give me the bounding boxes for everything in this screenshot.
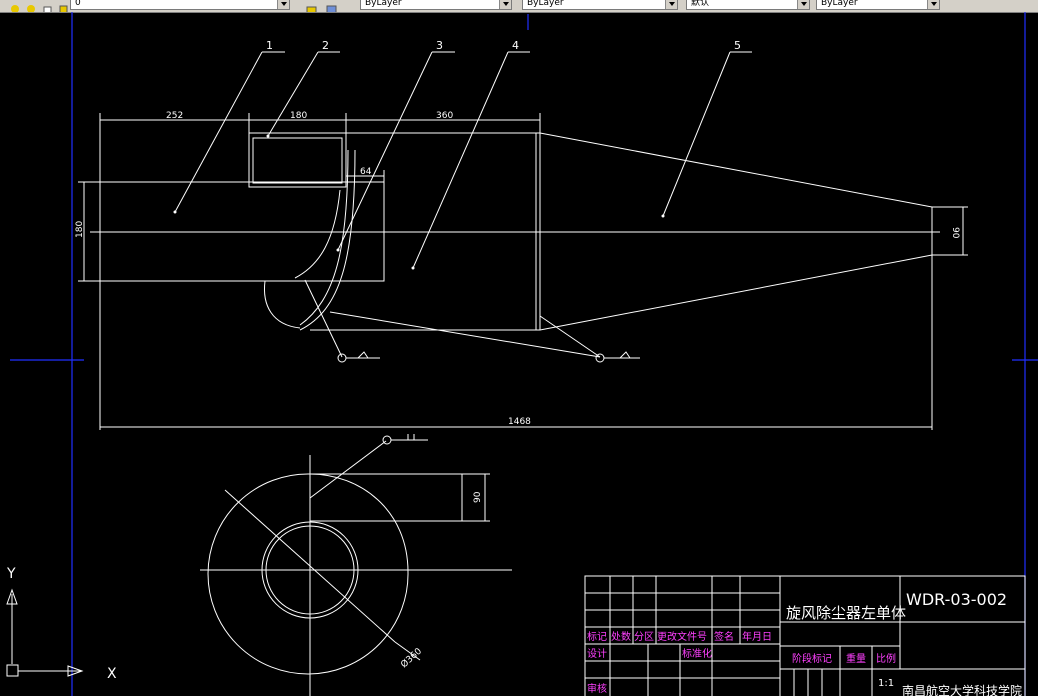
- callout-4: 4: [512, 39, 519, 52]
- drawing-canvas[interactable]: 1 2 3 4 5 252 180 360 64 180 90 1468 90 …: [0, 12, 1038, 696]
- weight-label: 重量: [846, 652, 866, 665]
- dim-diameter: Ø360: [399, 646, 425, 671]
- stage-mark-label: 阶段标记: [792, 652, 832, 665]
- header-signature: 签名: [714, 630, 734, 643]
- make-current-icon[interactable]: [306, 0, 317, 12]
- callout-2: 2: [322, 39, 329, 52]
- dim-180-top: 180: [290, 111, 307, 121]
- drawing-number: WDR-03-002: [906, 590, 1007, 609]
- plotstyle-dropdown[interactable]: ByLayer: [816, 0, 940, 10]
- lineweight-dropdown[interactable]: 默认: [686, 0, 810, 10]
- header-date: 年月日: [742, 630, 772, 643]
- color-dropdown[interactable]: ByLayer: [360, 0, 512, 10]
- organization-name: 南昌航空大学科技学院: [902, 683, 1022, 696]
- chevron-down-icon[interactable]: [797, 0, 809, 9]
- drawing-title: 旋风除尘器左单体: [786, 604, 906, 622]
- chevron-down-icon[interactable]: [665, 0, 677, 9]
- dimension-labels: 252 180 360 64 180 90 1468 90 Ø360: [75, 111, 960, 670]
- linetype-dropdown[interactable]: ByLayer: [522, 0, 678, 10]
- header-mark: 标记: [587, 631, 607, 643]
- scale-label: 比例: [876, 652, 896, 665]
- dim-64: 64: [360, 167, 372, 177]
- dim-360: 360: [436, 111, 453, 121]
- drawing-frame: [10, 12, 1038, 696]
- side-elevation-view: [78, 51, 968, 430]
- chevron-down-icon[interactable]: [927, 0, 939, 9]
- row-review: 审核: [587, 682, 607, 695]
- dim-90-right: 90: [950, 227, 960, 239]
- color-swatch-icon[interactable]: [58, 0, 69, 12]
- callout-1: 1: [266, 39, 273, 52]
- dim-252: 252: [166, 111, 183, 121]
- header-zone: 分区: [634, 631, 654, 643]
- callout-5: 5: [734, 39, 741, 52]
- scale-value: 1:1: [878, 678, 894, 689]
- leader-dots: [173, 134, 665, 270]
- freeze-icon[interactable]: [26, 0, 37, 12]
- ucs-y-label: Y: [6, 566, 16, 582]
- dim-90-plan: 90: [473, 491, 483, 503]
- layer-state-icon[interactable]: [10, 0, 21, 12]
- lock-icon[interactable]: [42, 0, 53, 12]
- header-change-doc: 更改文件号: [657, 630, 707, 643]
- plan-view: [200, 434, 512, 696]
- layer-previous-icon[interactable]: [326, 0, 337, 12]
- layer-dropdown[interactable]: 0: [70, 0, 290, 10]
- title-block-headers: 标记 处数 分区 更改文件号 签名 年月日 设计 标准化 审核 阶段标记 重量 …: [587, 630, 896, 695]
- part-callouts: 1 2 3 4 5: [266, 39, 741, 52]
- dim-1468: 1468: [508, 417, 531, 427]
- ucs-icon: [6, 588, 84, 677]
- header-count: 处数: [611, 630, 631, 643]
- row-design: 设计: [587, 647, 607, 660]
- dim-180-left: 180: [75, 221, 85, 238]
- chevron-down-icon[interactable]: [499, 0, 511, 9]
- ucs-x-label: X: [107, 666, 117, 682]
- row-standardization: 标准化: [682, 647, 712, 660]
- chevron-down-icon[interactable]: [277, 0, 289, 9]
- callout-3: 3: [436, 39, 443, 52]
